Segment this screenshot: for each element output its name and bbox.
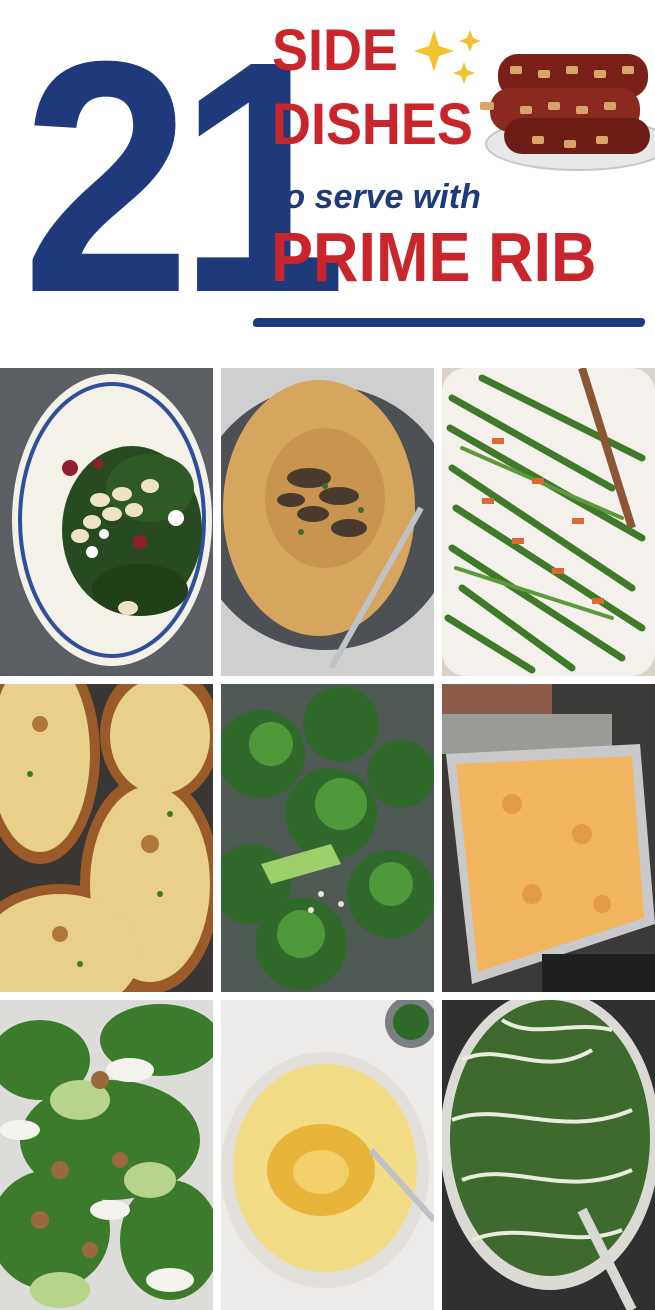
twice-baked-potatoes-photo [0,684,213,992]
brush-underline [252,318,646,327]
roasted-broccoli-photo [221,684,434,992]
title-line-side: SIDE [272,18,398,83]
white-bean-spinach-salad-photo [0,368,213,676]
walnut-green-salad-photo [0,1000,213,1310]
prime-rib-illustration [480,54,655,171]
title-line-dishes: DISHES [272,92,473,157]
photo-grid [0,368,655,1310]
title-line-serve-with: to serve with [273,178,481,216]
title-line-prime-rib: PRIME RIB [271,218,597,296]
baked-mac-and-cheese-photo [442,684,655,992]
green-beans-almondine-photo [442,368,655,676]
mashed-potatoes-photo [221,1000,434,1310]
mushroom-risotto-photo [221,368,434,676]
pin-graphic: 21 SIDE DISHES to serve with PRIME RIB [0,0,655,1310]
title-banner: 21 SIDE DISHES to serve with PRIME RIB [0,0,655,368]
creamed-spinach-photo [442,1000,655,1310]
